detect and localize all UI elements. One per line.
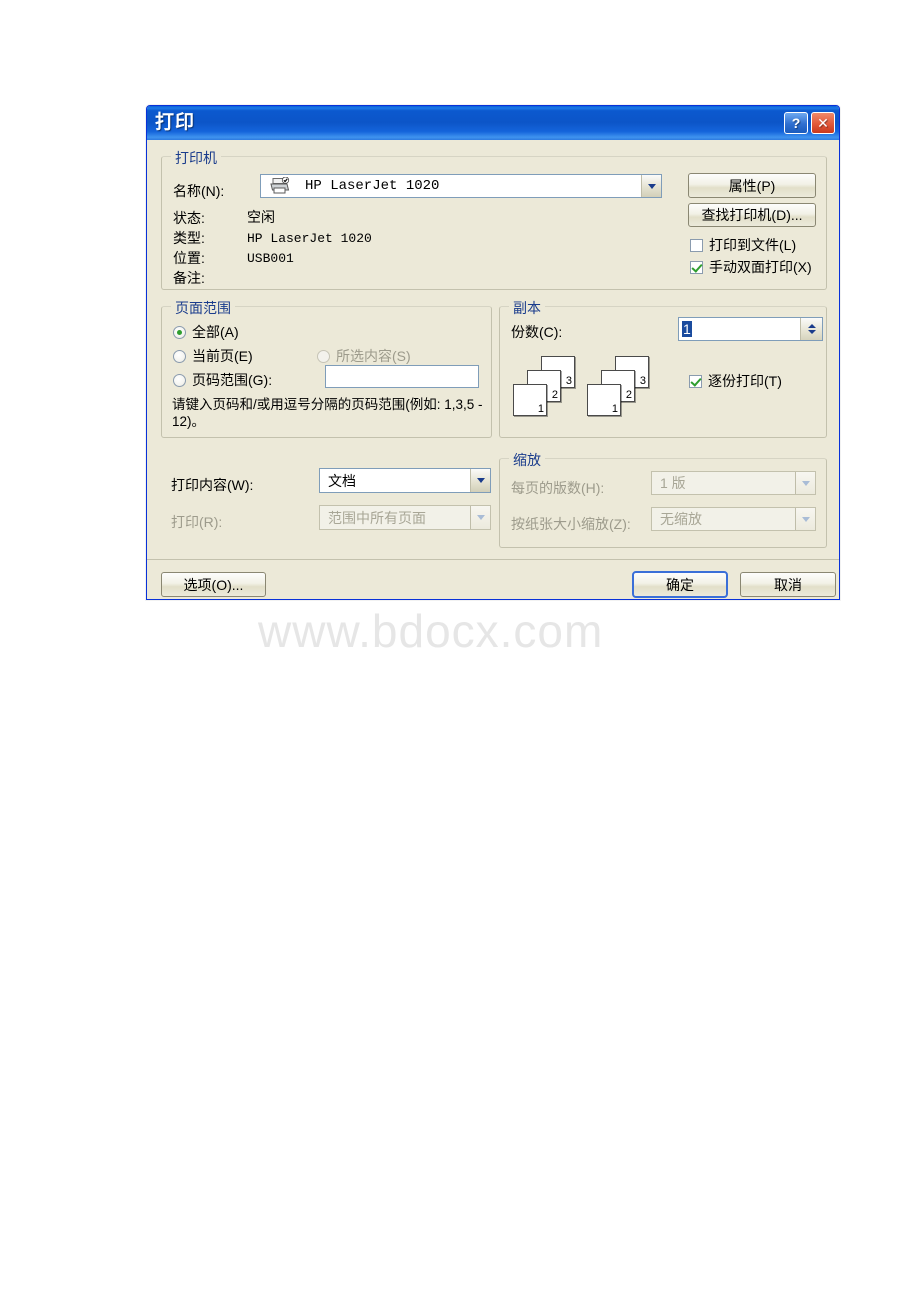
preview-page-2-number: 2 bbox=[551, 389, 558, 401]
radio-current-page[interactable] bbox=[173, 349, 186, 363]
print-range-combo: 范围中所有页面 bbox=[319, 505, 491, 530]
radio-selection bbox=[317, 349, 330, 363]
pages-per-sheet-dropdown-arrow bbox=[795, 472, 815, 494]
print-range-value: 范围中所有页面 bbox=[328, 509, 426, 526]
scale-to-paper-combo: 无缩放 bbox=[651, 507, 816, 531]
page-range-group-label: 页面范围 bbox=[171, 298, 235, 318]
footer-separator bbox=[147, 559, 839, 560]
spinner-down-icon[interactable] bbox=[807, 330, 816, 334]
manual-duplex-label: 手动双面打印(X) bbox=[709, 259, 812, 275]
properties-button[interactable]: 属性(P) bbox=[688, 173, 816, 198]
dialog-body: 打印机 名称(N): HP LaserJet 1020 属性(P) 状态: 空闲 bbox=[147, 140, 839, 601]
printer-name-dropdown-arrow[interactable] bbox=[641, 175, 661, 197]
copies-value[interactable]: 1 bbox=[682, 321, 692, 337]
print-what-label: 打印内容(W): bbox=[171, 477, 254, 493]
cancel-button[interactable]: 取消 bbox=[740, 572, 836, 597]
copies-spinner-buttons[interactable] bbox=[800, 318, 822, 340]
collate-label: 逐份打印(T) bbox=[708, 373, 782, 389]
radio-all-label: 全部(A) bbox=[192, 324, 239, 340]
print-what-value: 文档 bbox=[328, 472, 356, 489]
scale-to-paper-dropdown-arrow bbox=[795, 508, 815, 530]
printer-group-label: 打印机 bbox=[171, 148, 221, 168]
copies-spinner[interactable]: 1 bbox=[678, 317, 823, 341]
radio-selection-row: 所选内容(S) bbox=[317, 346, 411, 366]
print-dialog: 打印 ? ✕ 打印机 名称(N): HP LaserJet 1020 属性(P)… bbox=[146, 105, 840, 600]
collate-preview-stack-right: 3 2 1 bbox=[587, 356, 657, 418]
printer-name-value: HP LaserJet 1020 bbox=[305, 178, 440, 194]
printer-status-label: 状态: bbox=[173, 210, 205, 226]
radio-current-page-label: 当前页(E) bbox=[192, 348, 253, 364]
radio-current-page-row[interactable]: 当前页(E) bbox=[173, 346, 253, 366]
preview2-page-3-number: 3 bbox=[639, 375, 646, 387]
radio-all-row[interactable]: 全部(A) bbox=[173, 322, 239, 342]
printer-name-combo[interactable]: HP LaserJet 1020 bbox=[260, 174, 662, 198]
printer-status-value: 空闲 bbox=[247, 209, 275, 225]
collate-checkbox[interactable] bbox=[689, 374, 702, 388]
radio-selection-label: 所选内容(S) bbox=[336, 348, 411, 364]
radio-page-range[interactable] bbox=[173, 373, 186, 387]
spinner-up-icon[interactable] bbox=[807, 324, 816, 328]
help-button[interactable]: ? bbox=[784, 112, 808, 134]
titlebar-buttons: ? ✕ bbox=[784, 112, 835, 134]
print-range-label: 打印(R): bbox=[171, 514, 223, 530]
chevron-down-icon bbox=[647, 183, 656, 189]
pages-per-sheet-value: 1 版 bbox=[660, 475, 686, 491]
chevron-down-icon bbox=[801, 516, 810, 522]
chevron-down-icon bbox=[476, 515, 485, 520]
find-printer-button[interactable]: 查找打印机(D)... bbox=[688, 203, 816, 227]
print-what-combo[interactable]: 文档 bbox=[319, 468, 491, 493]
radio-page-range-label: 页码范围(G): bbox=[192, 372, 273, 388]
close-icon: ✕ bbox=[817, 115, 829, 131]
preview2-page-1: 1 bbox=[587, 384, 621, 416]
radio-all[interactable] bbox=[173, 325, 186, 339]
printer-name-label: 名称(N): bbox=[173, 183, 225, 199]
copies-count-label: 份数(C): bbox=[511, 324, 563, 340]
print-to-file-checkbox[interactable] bbox=[690, 238, 703, 252]
scale-to-paper-value: 无缩放 bbox=[660, 511, 702, 527]
close-button[interactable]: ✕ bbox=[811, 112, 835, 134]
scale-to-paper-label: 按纸张大小缩放(Z): bbox=[511, 516, 631, 532]
printer-type-value: HP LaserJet 1020 bbox=[247, 231, 372, 246]
chevron-down-icon bbox=[801, 480, 810, 486]
dialog-titlebar[interactable]: 打印 ? ✕ bbox=[147, 106, 839, 140]
preview-page-1: 1 bbox=[513, 384, 547, 416]
preview-page-3-number: 3 bbox=[565, 375, 572, 387]
chevron-down-icon bbox=[476, 478, 485, 483]
printer-location-label: 位置: bbox=[173, 250, 205, 266]
watermark-text: www.bdocx.com bbox=[258, 605, 604, 657]
printer-location-value: USB001 bbox=[247, 251, 294, 266]
print-to-file-label: 打印到文件(L) bbox=[709, 237, 797, 253]
printer-type-label: 类型: bbox=[173, 230, 205, 246]
preview-page-1-number: 1 bbox=[537, 403, 544, 415]
preview2-page-2-number: 2 bbox=[625, 389, 632, 401]
manual-duplex-checkbox[interactable] bbox=[690, 260, 703, 274]
printer-comment-label: 备注: bbox=[173, 270, 205, 286]
collate-row[interactable]: 逐份打印(T) bbox=[689, 371, 782, 391]
copies-group-label: 副本 bbox=[509, 298, 545, 318]
ok-button[interactable]: 确定 bbox=[632, 571, 728, 598]
question-mark-icon: ? bbox=[791, 115, 801, 131]
radio-page-range-row[interactable]: 页码范围(G): bbox=[173, 370, 272, 390]
pages-per-sheet-combo: 1 版 bbox=[651, 471, 816, 495]
pages-per-sheet-label: 每页的版数(H): bbox=[511, 480, 605, 496]
print-to-file-row[interactable]: 打印到文件(L) bbox=[690, 235, 796, 255]
printer-icon bbox=[269, 176, 291, 195]
page-range-input[interactable] bbox=[325, 365, 479, 388]
manual-duplex-row[interactable]: 手动双面打印(X) bbox=[690, 257, 812, 277]
zoom-group-label: 缩放 bbox=[509, 450, 545, 470]
collate-preview-stack-left: 3 2 1 bbox=[513, 356, 583, 418]
dialog-title: 打印 bbox=[155, 111, 196, 133]
page-range-hint: 请键入页码和/或用逗号分隔的页码范围(例如: 1,3,5 - 12)。 bbox=[172, 397, 483, 429]
options-button[interactable]: 选项(O)... bbox=[161, 572, 266, 597]
print-range-dropdown-arrow bbox=[470, 506, 490, 529]
preview2-page-1-number: 1 bbox=[611, 403, 618, 415]
print-what-dropdown-arrow[interactable] bbox=[470, 469, 490, 492]
